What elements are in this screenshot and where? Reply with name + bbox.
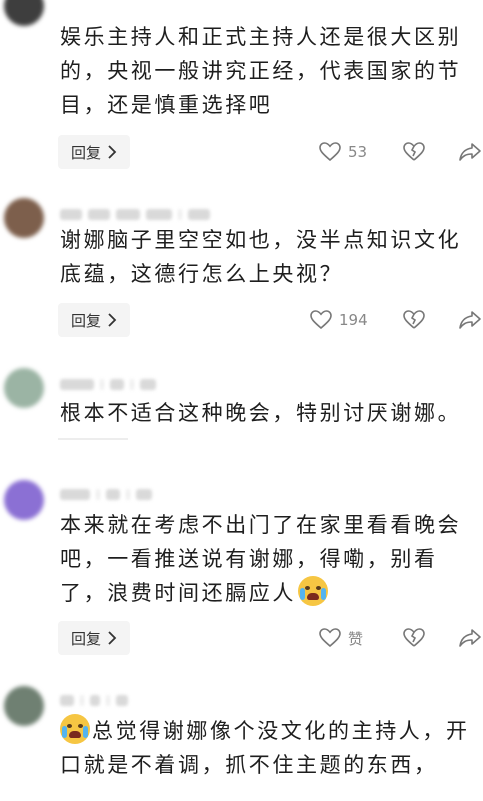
- username[interactable]: [60, 378, 156, 390]
- dislike-button[interactable]: [402, 140, 426, 164]
- like-count: 赞: [348, 629, 364, 648]
- avatar[interactable]: [4, 686, 44, 726]
- username[interactable]: [60, 694, 128, 706]
- comment-text: 总觉得谢娜像个没文化的主持人，开口就是不着调，抓不住主题的东西，: [60, 714, 472, 782]
- comment-text: 谢娜脑子里空空如也，没半点知识文化底蕴，这德行怎么上央视？: [60, 228, 462, 286]
- comment-text-body: 总觉得谢娜像个没文化的主持人，开口就是不着调，抓不住主题的东西，: [60, 719, 470, 777]
- dislike-button[interactable]: [402, 308, 426, 332]
- like-button[interactable]: 194: [309, 308, 368, 332]
- dislike-button[interactable]: [402, 626, 426, 650]
- heart-icon: [310, 310, 332, 330]
- heart-icon: [319, 142, 341, 162]
- share-icon: [459, 629, 481, 647]
- share-button[interactable]: [458, 308, 482, 332]
- share-button[interactable]: [458, 140, 482, 164]
- share-button[interactable]: [458, 626, 482, 650]
- avatar[interactable]: [4, 0, 44, 26]
- comment-text-body: 本来就在考虑不出门了在家里看看晚会吧，一看推送说有谢娜，得嘞，别看了，浪费时间还…: [60, 513, 462, 605]
- like-count: 53: [348, 143, 368, 161]
- avatar[interactable]: [4, 368, 44, 408]
- comment-text: 娱乐主持人和正式主持人还是很大区别的，央视一般讲究正经，代表国家的节目，还是慎重…: [60, 25, 462, 117]
- broken-heart-icon: [403, 628, 425, 647]
- crying-face-emoji-icon: [60, 714, 90, 744]
- avatar[interactable]: [4, 480, 44, 520]
- like-count: 194: [339, 311, 368, 329]
- like-button[interactable]: 赞: [318, 626, 363, 650]
- username[interactable]: [60, 208, 210, 220]
- crying-face-emoji-icon: [298, 576, 328, 606]
- comment-text: 根本不适合这种晚会，特别讨厌谢娜。: [60, 401, 462, 425]
- broken-heart-icon: [403, 142, 425, 161]
- username[interactable]: [60, 488, 152, 500]
- divider: [58, 438, 128, 440]
- like-button[interactable]: 53: [318, 140, 367, 164]
- share-icon: [459, 311, 481, 329]
- broken-heart-icon: [403, 310, 425, 329]
- heart-icon: [319, 628, 341, 648]
- avatar[interactable]: [4, 198, 44, 238]
- share-icon: [459, 143, 481, 161]
- comment-text: 本来就在考虑不出门了在家里看看晚会吧，一看推送说有谢娜，得嘞，别看了，浪费时间还…: [60, 508, 472, 610]
